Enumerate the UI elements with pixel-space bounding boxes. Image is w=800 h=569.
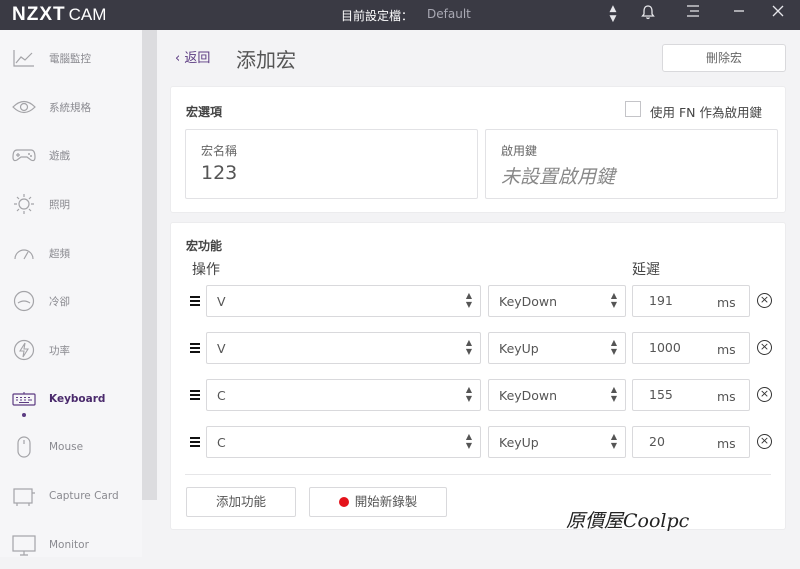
add-function-button[interactable]: 添加功能	[186, 487, 296, 517]
page-title: 添加宏	[236, 48, 296, 72]
event-select[interactable]: KeyUp ▲ ▼	[488, 426, 626, 458]
menu-icon[interactable]	[683, 5, 703, 21]
sidebar-item-label: 系統規格	[49, 101, 91, 114]
activation-key-field[interactable]: 啟用鍵 未設置啟用鍵	[485, 129, 778, 199]
watermark: 原價屋Coolpc	[566, 510, 690, 532]
fn-activation-label: 使用 FN 作為啟用鍵	[650, 105, 762, 120]
back-label: 返回	[184, 51, 211, 66]
event-select[interactable]: KeyDown ▲ ▼	[488, 285, 626, 317]
drag-handle-icon[interactable]	[190, 343, 200, 355]
macro-name-label: 宏名稱	[201, 144, 238, 158]
sidebar-item-games[interactable]: 遊戲	[0, 131, 142, 179]
close-icon[interactable]	[768, 5, 788, 21]
remove-row-icon[interactable]: ×	[757, 434, 772, 449]
sidebar: 電腦監控 系統規格 遊戲 照明 超頻 冷卻 功率 Keyboard Mouse …	[0, 30, 142, 557]
delay-input[interactable]: 155 ms	[632, 379, 750, 411]
eye-icon	[12, 95, 36, 119]
start-recording-button[interactable]: 開始新錄製	[309, 487, 447, 517]
profile-value: Default	[427, 7, 471, 21]
app-logo: NZXT CAM	[12, 4, 107, 25]
key-select[interactable]: C ▲ ▼	[206, 379, 481, 411]
sidebar-item-capture-card[interactable]: Capture Card	[0, 472, 142, 520]
delay-input[interactable]: 1000 ms	[632, 332, 750, 364]
bell-icon[interactable]	[638, 5, 658, 24]
sun-icon	[12, 192, 36, 216]
event-select[interactable]: KeyDown ▲ ▼	[488, 379, 626, 411]
section-divider	[185, 474, 771, 475]
sidebar-item-keyboard[interactable]: Keyboard	[0, 375, 142, 423]
main-content: ‹ 返回 添加宏 刪除宏 宏選項 使用 FN 作為啟用鍵 宏名稱 123 啟用鍵…	[157, 30, 800, 557]
column-header-action: 操作	[192, 262, 220, 278]
sidebar-item-overclock[interactable]: 超頻	[0, 229, 142, 277]
sidebar-item-label: Keyboard	[49, 393, 106, 405]
macro-name-field[interactable]: 宏名稱 123	[185, 129, 478, 199]
delete-macro-button[interactable]: 刪除宏	[662, 44, 786, 72]
key-select[interactable]: V ▲ ▼	[206, 332, 481, 364]
sidebar-scrollbar[interactable]	[142, 30, 157, 500]
sidebar-item-label: 電腦監控	[49, 52, 91, 65]
profile-sort-icon[interactable]: ▲ ▼	[603, 4, 623, 24]
column-header-delay: 延遲	[632, 262, 660, 278]
macro-functions-card	[170, 222, 786, 530]
event-select[interactable]: KeyUp ▲ ▼	[488, 332, 626, 364]
profile-label: 目前設定檔：	[341, 9, 414, 23]
record-icon	[338, 497, 349, 507]
sidebar-item-label: Mouse	[49, 441, 84, 453]
speedometer-icon	[12, 241, 36, 265]
sidebar-item-mouse[interactable]: Mouse	[0, 423, 142, 471]
gamepad-icon	[12, 143, 36, 167]
monitor-icon	[12, 533, 36, 557]
macro-name-value: 123	[201, 162, 238, 184]
sidebar-item-monitoring[interactable]: 電腦監控	[0, 34, 142, 82]
drag-handle-icon[interactable]	[190, 437, 200, 449]
activation-key-label: 啟用鍵	[501, 144, 538, 158]
chart-line-icon	[12, 46, 36, 70]
remove-row-icon[interactable]: ×	[757, 387, 772, 402]
sidebar-item-label: Monitor	[49, 539, 89, 551]
active-indicator	[22, 413, 26, 417]
sidebar-item-label: 超頻	[49, 247, 70, 260]
remove-row-icon[interactable]: ×	[757, 340, 772, 355]
activation-key-placeholder: 未設置啟用鍵	[501, 166, 616, 188]
chevron-left-icon: ‹	[175, 51, 181, 66]
sidebar-item-monitor[interactable]: Monitor	[0, 521, 142, 569]
sidebar-item-power[interactable]: 功率	[0, 326, 142, 374]
sidebar-item-lighting[interactable]: 照明	[0, 180, 142, 228]
drag-handle-icon[interactable]	[190, 296, 200, 308]
sidebar-item-label: Capture Card	[49, 490, 119, 502]
lightning-icon	[12, 338, 36, 362]
macro-options-title: 宏選項	[186, 105, 223, 119]
title-bar: NZXT CAM 目前設定檔： Default ▲ ▼	[0, 0, 800, 30]
macro-functions-title: 宏功能	[186, 239, 223, 253]
back-button[interactable]: ‹ 返回	[175, 47, 210, 66]
start-recording-label: 開始新錄製	[354, 494, 418, 509]
capture-card-icon	[12, 484, 36, 508]
key-select[interactable]: C ▲ ▼	[206, 426, 481, 458]
remove-row-icon[interactable]: ×	[757, 293, 772, 308]
minimize-icon[interactable]	[729, 5, 749, 21]
sidebar-item-label: 功率	[49, 344, 70, 357]
profile-selector[interactable]: 目前設定檔： Default	[341, 7, 471, 24]
sidebar-item-label: 冷卻	[49, 295, 70, 308]
delay-input[interactable]: 191 ms	[632, 285, 750, 317]
drag-handle-icon[interactable]	[190, 390, 200, 402]
delay-input[interactable]: 20 ms	[632, 426, 750, 458]
sidebar-item-label: 照明	[49, 198, 70, 211]
sidebar-item-label: 遊戲	[49, 149, 70, 162]
fn-activation-checkbox[interactable]	[625, 101, 641, 117]
sidebar-item-cooling[interactable]: 冷卻	[0, 277, 142, 325]
key-select[interactable]: V ▲ ▼	[206, 285, 481, 317]
keyboard-icon	[12, 387, 36, 411]
sidebar-item-system-specs[interactable]: 系統規格	[0, 83, 142, 131]
mouse-icon	[12, 435, 36, 459]
fan-icon	[12, 289, 36, 313]
